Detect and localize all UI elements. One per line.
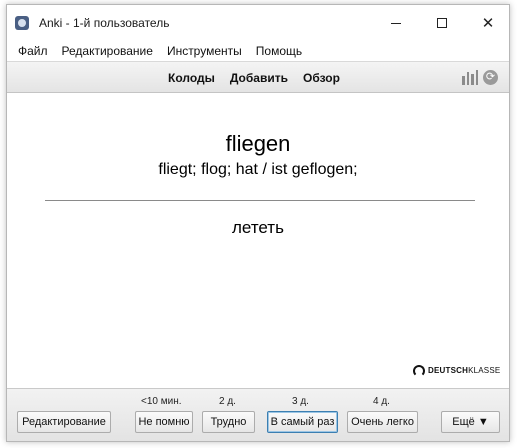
good-button[interactable]: В самый раз <box>267 411 338 433</box>
minimize-icon <box>391 22 401 24</box>
sync-icon[interactable]: ⟳ <box>483 70 498 85</box>
minimize-button[interactable] <box>373 5 419 41</box>
close-button[interactable]: ✕ <box>465 5 509 41</box>
more-button[interactable]: Ещё ▼ <box>441 411 500 433</box>
brand-bold-text: DEUTSCH <box>428 365 469 375</box>
sync-glyph: ⟳ <box>485 71 496 83</box>
edit-button[interactable]: Редактирование <box>17 411 111 433</box>
menu-help[interactable]: Помощь <box>249 44 309 58</box>
again-button[interactable]: Не помню <box>135 411 193 433</box>
bar-chart-icon[interactable] <box>462 70 478 85</box>
hard-button[interactable]: Трудно <box>202 411 255 433</box>
deutschklasse-logo: DEUTSCH KLASSE <box>413 364 501 377</box>
menu-bar: Файл Редактирование Инструменты Помощь <box>7 41 509 61</box>
menu-tools[interactable]: Инструменты <box>160 44 249 58</box>
interval-easy: 4 д. <box>373 396 390 407</box>
interval-good: 3 д. <box>292 396 309 407</box>
maximize-icon <box>437 18 447 28</box>
card-view: fliegen fliegt; flog; hat / ist geflogen… <box>7 93 509 388</box>
review-bar: <10 мин. 2 д. 3 д. 4 д. Редактирование Н… <box>7 388 509 441</box>
answer-divider <box>45 200 475 201</box>
menu-file[interactable]: Файл <box>11 44 55 58</box>
toolbar-links: Колоды Добавить Обзор <box>168 71 355 85</box>
maximize-button[interactable] <box>419 5 465 41</box>
title-bar[interactable]: Anki - 1-й пользователь ✕ <box>7 5 509 41</box>
close-icon: ✕ <box>481 14 495 32</box>
card-front-forms: fliegt; flog; hat / ist geflogen; <box>158 161 358 178</box>
anki-window: Anki - 1-й пользователь ✕ Файл Редактиро… <box>6 4 510 442</box>
interval-again: <10 мин. <box>141 396 182 407</box>
card-back-word: лететь <box>232 218 284 237</box>
window-title: Anki - 1-й пользователь <box>39 16 170 30</box>
add-link[interactable]: Добавить <box>230 71 288 85</box>
anki-star-icon <box>15 16 29 30</box>
menu-edit[interactable]: Редактирование <box>55 44 160 58</box>
brand-light-text: KLASSE <box>468 365 501 375</box>
card-front-word: fliegen <box>225 131 291 156</box>
headset-icon <box>413 365 425 377</box>
browse-link[interactable]: Обзор <box>303 71 340 85</box>
interval-hard: 2 д. <box>219 396 236 407</box>
top-toolbar: Колоды Добавить Обзор ⟳ <box>7 61 509 93</box>
easy-button[interactable]: Очень легко <box>347 411 418 433</box>
decks-link[interactable]: Колоды <box>168 71 215 85</box>
